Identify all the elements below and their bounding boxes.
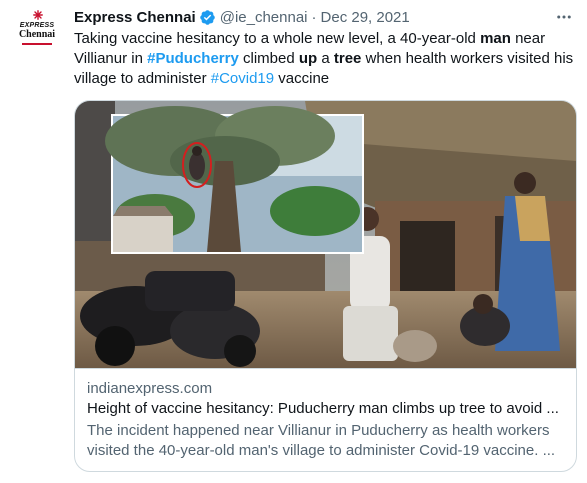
tweet-header: Express Chennai @ie_chennai · Dec 29, 20… (74, 6, 410, 28)
tweet-text-segment: Taking vaccine hesitancy to a whole new … (74, 30, 481, 47)
hashtag-link[interactable]: #Covid19 (211, 70, 274, 87)
card-photo (75, 101, 576, 368)
card-image[interactable] (75, 101, 576, 368)
card-domain: indianexpress.com (87, 380, 213, 397)
tweet[interactable]: EXPRESS Chennai Express Chennai @ie_chen… (0, 0, 587, 483)
separator-dot: · (311, 8, 317, 26)
card-text-area[interactable]: indianexpress.com Height of vaccine hesi… (75, 368, 576, 471)
logo-text-top: EXPRESS (19, 22, 55, 29)
tweet-text-segment: tree (333, 50, 362, 67)
tweet-text-segment: vaccine (274, 70, 330, 87)
more-horizontal-icon[interactable] (553, 6, 575, 28)
card-title: Height of vaccine hesitancy: Puducherry … (87, 400, 559, 417)
tweet-text-segment: up (298, 50, 318, 67)
display-name[interactable]: Express Chennai (74, 9, 196, 26)
tweet-text-segment: climbed (238, 50, 299, 67)
logo-underline (22, 43, 52, 45)
tweet-text: Taking vaccine hesitancy to a whole new … (74, 29, 579, 89)
avatar[interactable]: EXPRESS Chennai (14, 8, 60, 54)
link-card[interactable]: indianexpress.com Height of vaccine hesi… (74, 100, 577, 472)
hashtag-link[interactable]: #Puducherry (147, 50, 239, 67)
verified-badge-icon (199, 9, 215, 25)
handle[interactable]: @ie_chennai (220, 9, 308, 26)
tweet-text-segment: a (317, 50, 334, 67)
tweet-date[interactable]: Dec 29, 2021 (321, 9, 410, 26)
express-logo-icon (33, 10, 43, 20)
logo-text-bottom: Chennai (18, 29, 56, 40)
card-description: The incident happened near Villianur in … (87, 422, 556, 459)
tweet-text-segment: man (480, 30, 511, 47)
inset-photo (105, 106, 364, 254)
